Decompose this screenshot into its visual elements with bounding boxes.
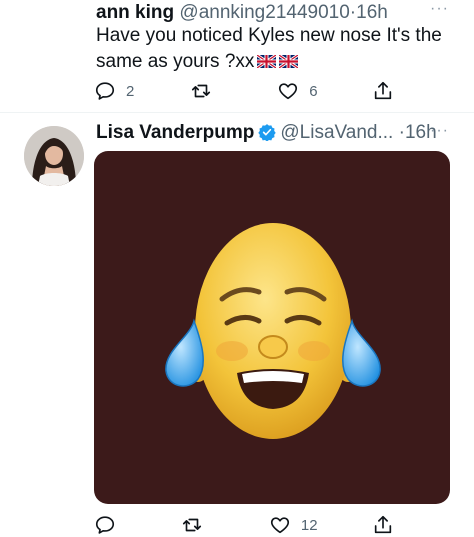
avatar[interactable] xyxy=(24,126,84,186)
retweet-button[interactable] xyxy=(180,513,214,537)
more-icon[interactable]: ··· xyxy=(430,0,449,18)
retweet-icon xyxy=(180,514,204,536)
reply-icon xyxy=(94,514,116,536)
share-icon xyxy=(372,80,394,102)
like-button[interactable]: 6 xyxy=(277,79,318,103)
verified-badge-icon xyxy=(258,123,277,147)
share-button[interactable] xyxy=(372,79,394,103)
tweet-header: ann king @annking21449010·16h xyxy=(96,2,388,24)
author-name[interactable]: Lisa Vanderpump xyxy=(96,122,254,143)
tweet-ann-king[interactable]: ann king @annking21449010·16h ··· Have y… xyxy=(0,0,474,118)
reply-icon xyxy=(94,80,116,102)
tweet-actions: 12 xyxy=(94,513,394,537)
uk-flag-emoji xyxy=(278,50,300,76)
tweet-media-image[interactable] xyxy=(94,151,450,504)
tweet-actions: 2 6 xyxy=(94,79,394,103)
reply-button[interactable] xyxy=(94,513,126,537)
more-icon[interactable]: ··· xyxy=(430,122,449,140)
author-handle[interactable]: @LisaVand... xyxy=(280,122,393,143)
heart-icon xyxy=(269,514,291,536)
heart-icon xyxy=(277,80,299,102)
author-name[interactable]: ann king xyxy=(96,2,174,23)
tweet-lisa-vanderpump[interactable]: Lisa Vanderpump @LisaVand... ·16h ··· 12 xyxy=(0,118,474,535)
tweet-text: Have you noticed Kyles new nose It's the… xyxy=(96,23,456,76)
retweet-button[interactable] xyxy=(189,79,223,103)
tweet-header: Lisa Vanderpump @LisaVand... ·16h xyxy=(96,122,437,147)
like-count: 12 xyxy=(300,516,318,534)
tweet-time[interactable]: 16h xyxy=(356,2,388,23)
like-count: 6 xyxy=(309,82,318,100)
reply-count: 2 xyxy=(126,82,135,100)
reply-button[interactable]: 2 xyxy=(94,79,134,103)
like-button[interactable]: 12 xyxy=(269,513,318,537)
share-button[interactable] xyxy=(372,513,394,537)
uk-flag-emoji xyxy=(256,50,278,76)
retweet-icon xyxy=(189,80,213,102)
crying-laughing-memoji xyxy=(165,223,381,439)
author-handle[interactable]: @annking21449010 xyxy=(179,2,349,23)
share-icon xyxy=(372,514,394,536)
tweet-divider xyxy=(0,112,474,113)
